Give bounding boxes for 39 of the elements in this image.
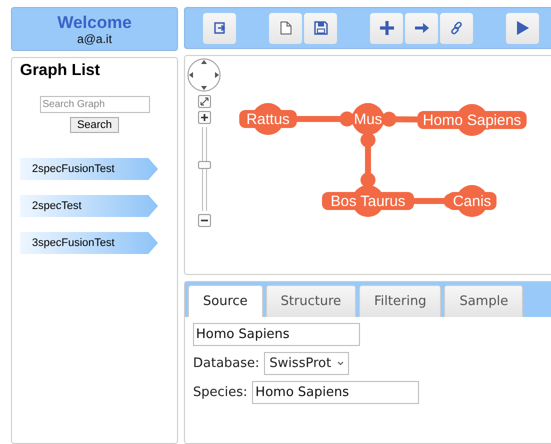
expand-icon (200, 97, 208, 106)
graph-list-item[interactable]: 3specFusionTest (20, 232, 158, 254)
zoom-in-button[interactable] (198, 111, 210, 124)
user-email: a@a.it (77, 32, 112, 46)
search-button[interactable]: Search (70, 117, 119, 133)
play-button[interactable] (506, 12, 539, 44)
fit-button[interactable] (198, 95, 210, 108)
arrow-button[interactable] (405, 12, 438, 44)
slider-thumb[interactable] (198, 161, 210, 170)
database-select[interactable]: SwissProt (264, 352, 350, 375)
exit-icon (214, 22, 226, 34)
save-icon (314, 21, 328, 35)
arrow-right-icon (414, 22, 430, 34)
welcome-title: Welcome (57, 12, 132, 32)
save-button[interactable] (304, 12, 337, 44)
graph-list-item[interactable]: 2specTest (20, 195, 158, 217)
zoom-out-button[interactable] (198, 214, 210, 227)
species-label: Species: (193, 385, 248, 400)
tab[interactable]: Sample (444, 285, 524, 317)
play-icon (516, 20, 530, 36)
chevron-down-icon (337, 361, 344, 366)
species-field[interactable]: Homo Sapiens (252, 381, 420, 404)
graph-list-title: Graph List (20, 62, 102, 80)
plus-icon (378, 20, 394, 36)
pan-control-icon[interactable] (187, 58, 221, 92)
file-icon (280, 21, 292, 35)
name-field[interactable]: Homo Sapiens (193, 323, 360, 346)
graph-list-item[interactable]: 2specFusionTest (20, 158, 158, 180)
tab[interactable]: Filtering (359, 285, 442, 317)
tab[interactable]: Structure (266, 285, 356, 317)
link-button[interactable] (440, 12, 473, 44)
plus-icon (200, 113, 208, 122)
search-field[interactable]: Search Graph (40, 96, 150, 113)
link-icon (450, 21, 464, 35)
add-button[interactable] (370, 12, 403, 44)
exit-button[interactable] (203, 12, 236, 44)
new-file-button[interactable] (269, 12, 302, 44)
tab[interactable]: Source (188, 285, 263, 317)
database-label: Database: (193, 356, 260, 371)
